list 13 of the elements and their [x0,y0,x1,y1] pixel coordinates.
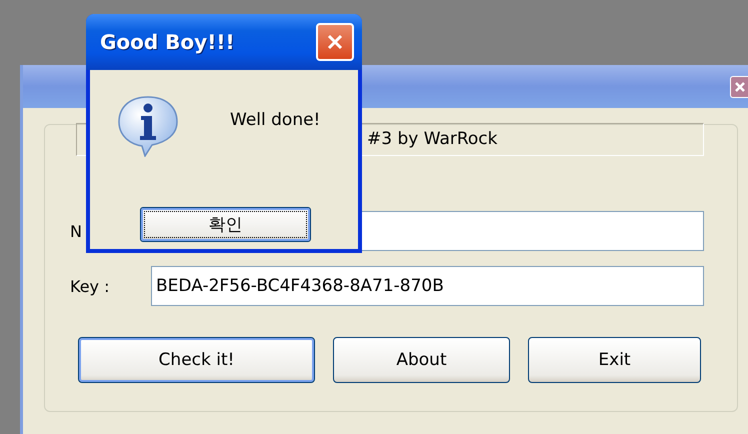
close-button[interactable] [316,23,354,61]
field-label: Key : [69,276,110,296]
dialog-title: Good Boy!!! [100,30,235,54]
push-button[interactable]: Exit [528,337,701,383]
close-icon [325,32,345,52]
ok-button[interactable]: 확인 [140,207,311,242]
close-icon[interactable] [730,76,748,98]
push-button[interactable]: About [333,337,510,383]
header-text: #3 by WarRock [367,129,498,149]
push-button[interactable]: Check it! [78,337,315,383]
field-label: N [69,222,83,240]
input-field[interactable]: BEDA-2F56-BC4F4368-8A71-870B [151,266,704,306]
dialog-message: Well done! [230,110,320,130]
